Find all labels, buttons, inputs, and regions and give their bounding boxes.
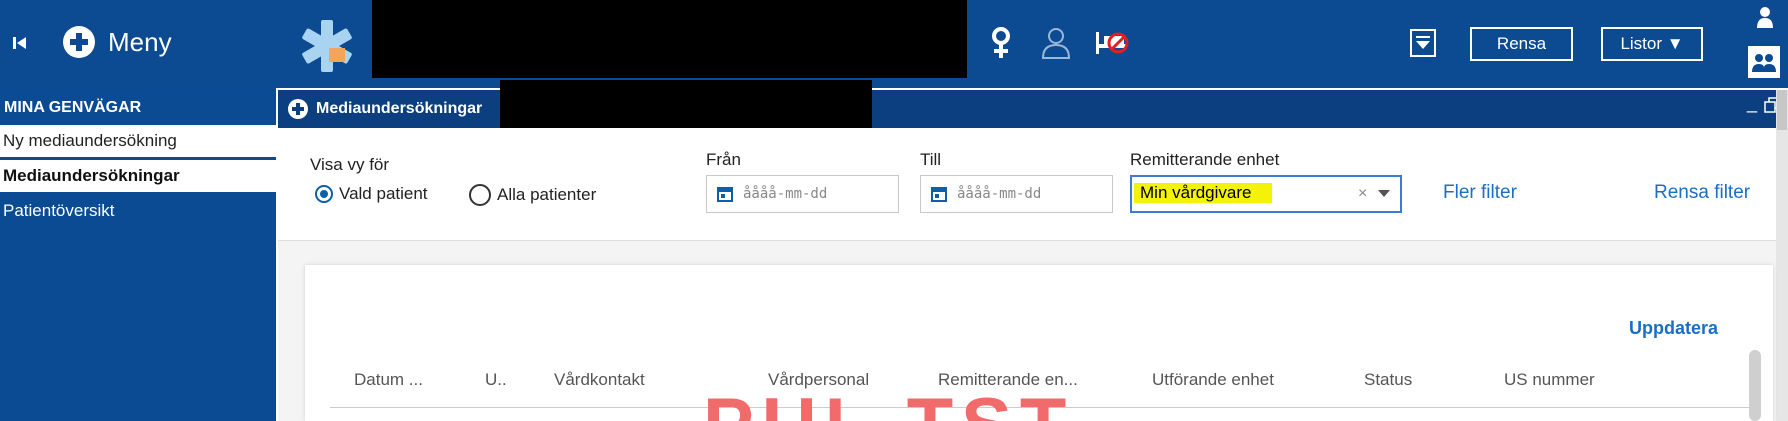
menu-button[interactable]: Meny: [62, 22, 182, 62]
to-label: Till: [920, 150, 942, 169]
column-header-u[interactable]: U..: [485, 370, 507, 390]
redacted-window-title: [500, 80, 872, 128]
column-header-care-staff[interactable]: Vårdpersonal: [768, 370, 869, 390]
radio-selected-label: Vald patient: [339, 184, 428, 203]
person-outline-icon[interactable]: [1040, 26, 1072, 60]
watermark: PUL TST: [703, 388, 1074, 421]
refresh-link[interactable]: Uppdatera: [1629, 318, 1718, 339]
people-icon[interactable]: [1748, 46, 1780, 78]
from-date-input[interactable]: åååå-mm-dd: [706, 175, 899, 213]
column-header-performing-unit[interactable]: Utförande enhet: [1152, 370, 1274, 390]
radio-all-label: Alla patienter: [497, 185, 597, 204]
plus-circle-icon: [62, 25, 96, 59]
star-of-life-logo-icon: [296, 18, 358, 74]
radio-all-patients[interactable]: Alla patienter: [469, 184, 596, 206]
clear-x-icon[interactable]: ×: [1358, 185, 1367, 203]
person-icon[interactable]: [1755, 4, 1775, 30]
female-icon[interactable]: [990, 26, 1012, 60]
radio-selected-patient[interactable]: Vald patient: [315, 184, 428, 204]
referring-unit-select[interactable]: Min vårdgivare ×: [1130, 175, 1402, 213]
menu-label: Meny: [108, 26, 172, 57]
lists-button[interactable]: Listor ▼: [1601, 27, 1703, 61]
table-scrollbar-thumb[interactable]: [1749, 350, 1761, 421]
calendar-icon: [717, 186, 733, 202]
scrollbar-thumb[interactable]: [1777, 90, 1787, 130]
sidebar-item-media-exams[interactable]: Mediaundersökningar: [0, 160, 276, 192]
chevron-down-icon[interactable]: [1378, 190, 1390, 197]
column-header-care-contact[interactable]: Vårdkontakt: [554, 370, 645, 390]
clear-filter-link[interactable]: Rensa filter: [1654, 182, 1750, 204]
referring-unit-value: Min vårdgivare: [1134, 183, 1272, 203]
clear-button[interactable]: Rensa: [1470, 27, 1573, 61]
column-header-us-number[interactable]: US nummer: [1504, 370, 1595, 390]
column-header-date[interactable]: Datum ...: [354, 370, 423, 390]
bed-crossed-icon[interactable]: [1094, 28, 1130, 58]
window-plus-icon: [287, 98, 309, 120]
radio-off-icon: [469, 184, 491, 206]
from-label: Från: [706, 150, 741, 169]
radio-on-icon: [315, 185, 333, 203]
window-title: Mediaundersökningar: [316, 100, 483, 117]
sidebar-heading: MINA GENVÄGAR: [4, 99, 142, 116]
minimize-button[interactable]: _: [1747, 93, 1757, 114]
more-filters-link[interactable]: Fler filter: [1443, 182, 1517, 204]
redacted-patient-info: [372, 0, 967, 78]
referring-unit-label: Remitterande enhet: [1130, 150, 1280, 169]
to-date-input[interactable]: åååå-mm-dd: [920, 175, 1113, 213]
view-for-label: Visa vy för: [310, 155, 390, 174]
to-date-placeholder: åååå-mm-dd: [957, 186, 1042, 202]
column-header-status[interactable]: Status: [1364, 370, 1412, 390]
calendar-icon: [931, 186, 947, 202]
from-date-placeholder: åååå-mm-dd: [743, 186, 828, 202]
first-page-icon[interactable]: [13, 35, 27, 51]
dropdown-square-icon[interactable]: [1410, 29, 1436, 57]
column-header-referring-unit[interactable]: Remitterande en...: [938, 370, 1078, 390]
vertical-scrollbar[interactable]: [1776, 90, 1788, 421]
sidebar-item-new-media-exam[interactable]: Ny mediaundersökning: [0, 125, 276, 157]
sidebar-item-patient-overview[interactable]: Patientöversikt: [0, 195, 276, 227]
